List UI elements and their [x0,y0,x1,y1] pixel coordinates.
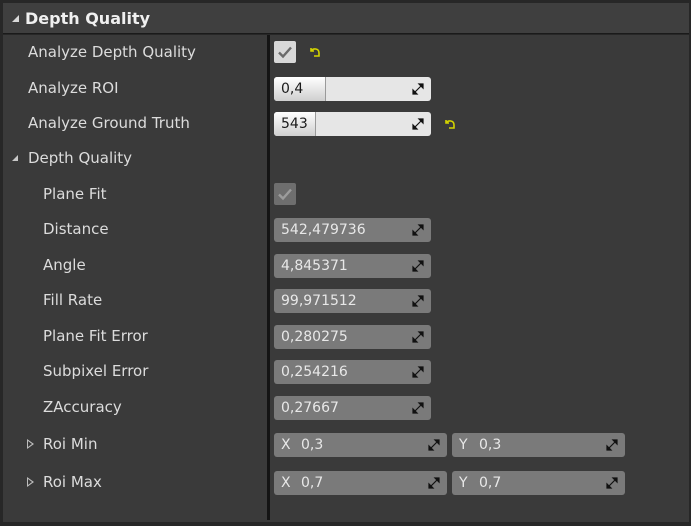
property-row-angle: Angle 4,845371 [3,248,689,283]
drag-arrows-icon [412,224,424,236]
drag-arrows-icon [412,402,424,414]
axis-label: Y [459,475,468,491]
drag-arrows-icon [412,366,424,378]
property-label: Analyze Depth Quality [28,43,196,61]
reset-to-default-icon[interactable] [444,118,456,130]
collapse-triangle-icon[interactable] [12,155,18,161]
property-row-distance: Distance 542,479736 [3,212,689,247]
field-value: 543 [281,116,308,132]
field-value: 0,3 [479,437,502,453]
property-label: Plane Fit Error [43,327,148,345]
analyze-depth-quality-checkbox[interactable] [274,41,296,63]
property-label: Fill Rate [43,291,103,309]
drag-arrows-icon [428,477,440,489]
field-value: 0,280275 [281,329,348,345]
zaccuracy-field: 0,27667 [274,396,431,420]
property-row-analyze-ground-truth: Analyze Ground Truth 543 [3,106,689,141]
roi-min-y-field: Y 0,3 [452,433,625,457]
plane-fit-error-field: 0,280275 [274,325,431,349]
property-row-analyze-roi: Analyze ROI 0,4 [3,71,689,106]
field-value: 542,479736 [281,222,366,238]
drag-arrows-icon [412,260,424,272]
property-row-subpixel-error: Subpixel Error 0,254216 [3,354,689,389]
property-label: Analyze ROI [28,79,119,97]
fill-rate-field: 99,971512 [274,289,431,313]
subcategory-label: Depth Quality [28,149,133,167]
axis-label: Y [459,437,468,453]
property-row-analyze-depth-quality: Analyze Depth Quality [3,35,689,70]
roi-min-x-field: X 0,3 [274,433,447,457]
checkmark-icon [278,46,292,59]
category-title: Depth Quality [25,8,151,28]
property-label: Roi Min [43,435,98,453]
expand-triangle-icon[interactable] [27,477,34,487]
details-panel: Depth Quality Analyze Depth Quality Anal… [0,0,691,526]
property-row-fill-rate: Fill Rate 99,971512 [3,283,689,318]
property-label: Roi Max [43,473,102,491]
distance-field: 542,479736 [274,218,431,242]
collapse-triangle-icon[interactable] [12,14,19,22]
plane-fit-checkbox [274,183,296,205]
drag-arrows-icon [428,439,440,451]
axis-label: X [281,437,291,453]
property-row-zaccuracy: ZAccuracy 0,27667 [3,390,689,425]
property-row-plane-fit: Plane Fit [3,177,689,212]
field-value: 0,7 [479,475,502,491]
roi-max-x-field: X 0,7 [274,471,447,495]
analyze-roi-slider[interactable]: 0,4 [274,77,431,101]
drag-arrows-icon [412,83,424,95]
reset-to-default-icon[interactable] [309,46,321,58]
property-label: Analyze Ground Truth [28,114,190,132]
drag-arrows-icon [412,295,424,307]
field-value: 0,4 [281,81,304,97]
subcategory-row-depth-quality[interactable]: Depth Quality [3,141,689,176]
field-value: 0,27667 [281,400,339,416]
angle-field: 4,845371 [274,254,431,278]
field-value: 0,254216 [281,364,348,380]
drag-arrows-icon [606,477,618,489]
category-header[interactable]: Depth Quality [3,3,689,34]
drag-arrows-icon [412,118,424,130]
field-value: 4,845371 [281,258,348,274]
roi-max-y-field: Y 0,7 [452,471,625,495]
axis-label: X [281,475,291,491]
property-label: Distance [43,220,109,238]
checkmark-icon [278,188,292,201]
property-label: Angle [43,256,86,274]
property-label: Subpixel Error [43,362,149,380]
field-value: 0,7 [301,475,324,491]
subpixel-error-field: 0,254216 [274,360,431,384]
drag-arrows-icon [606,439,618,451]
expand-triangle-icon[interactable] [27,439,34,449]
property-label: Plane Fit [43,185,107,203]
field-value: 99,971512 [281,293,357,309]
field-value: 0,3 [301,437,324,453]
drag-arrows-icon [412,331,424,343]
analyze-ground-truth-slider[interactable]: 543 [274,112,431,136]
property-row-roi-min: Roi Min X 0,3 Y 0,3 [3,427,689,462]
property-label: ZAccuracy [43,398,122,416]
property-row-roi-max: Roi Max X 0,7 Y 0,7 [3,465,689,500]
property-row-plane-fit-error: Plane Fit Error 0,280275 [3,319,689,354]
